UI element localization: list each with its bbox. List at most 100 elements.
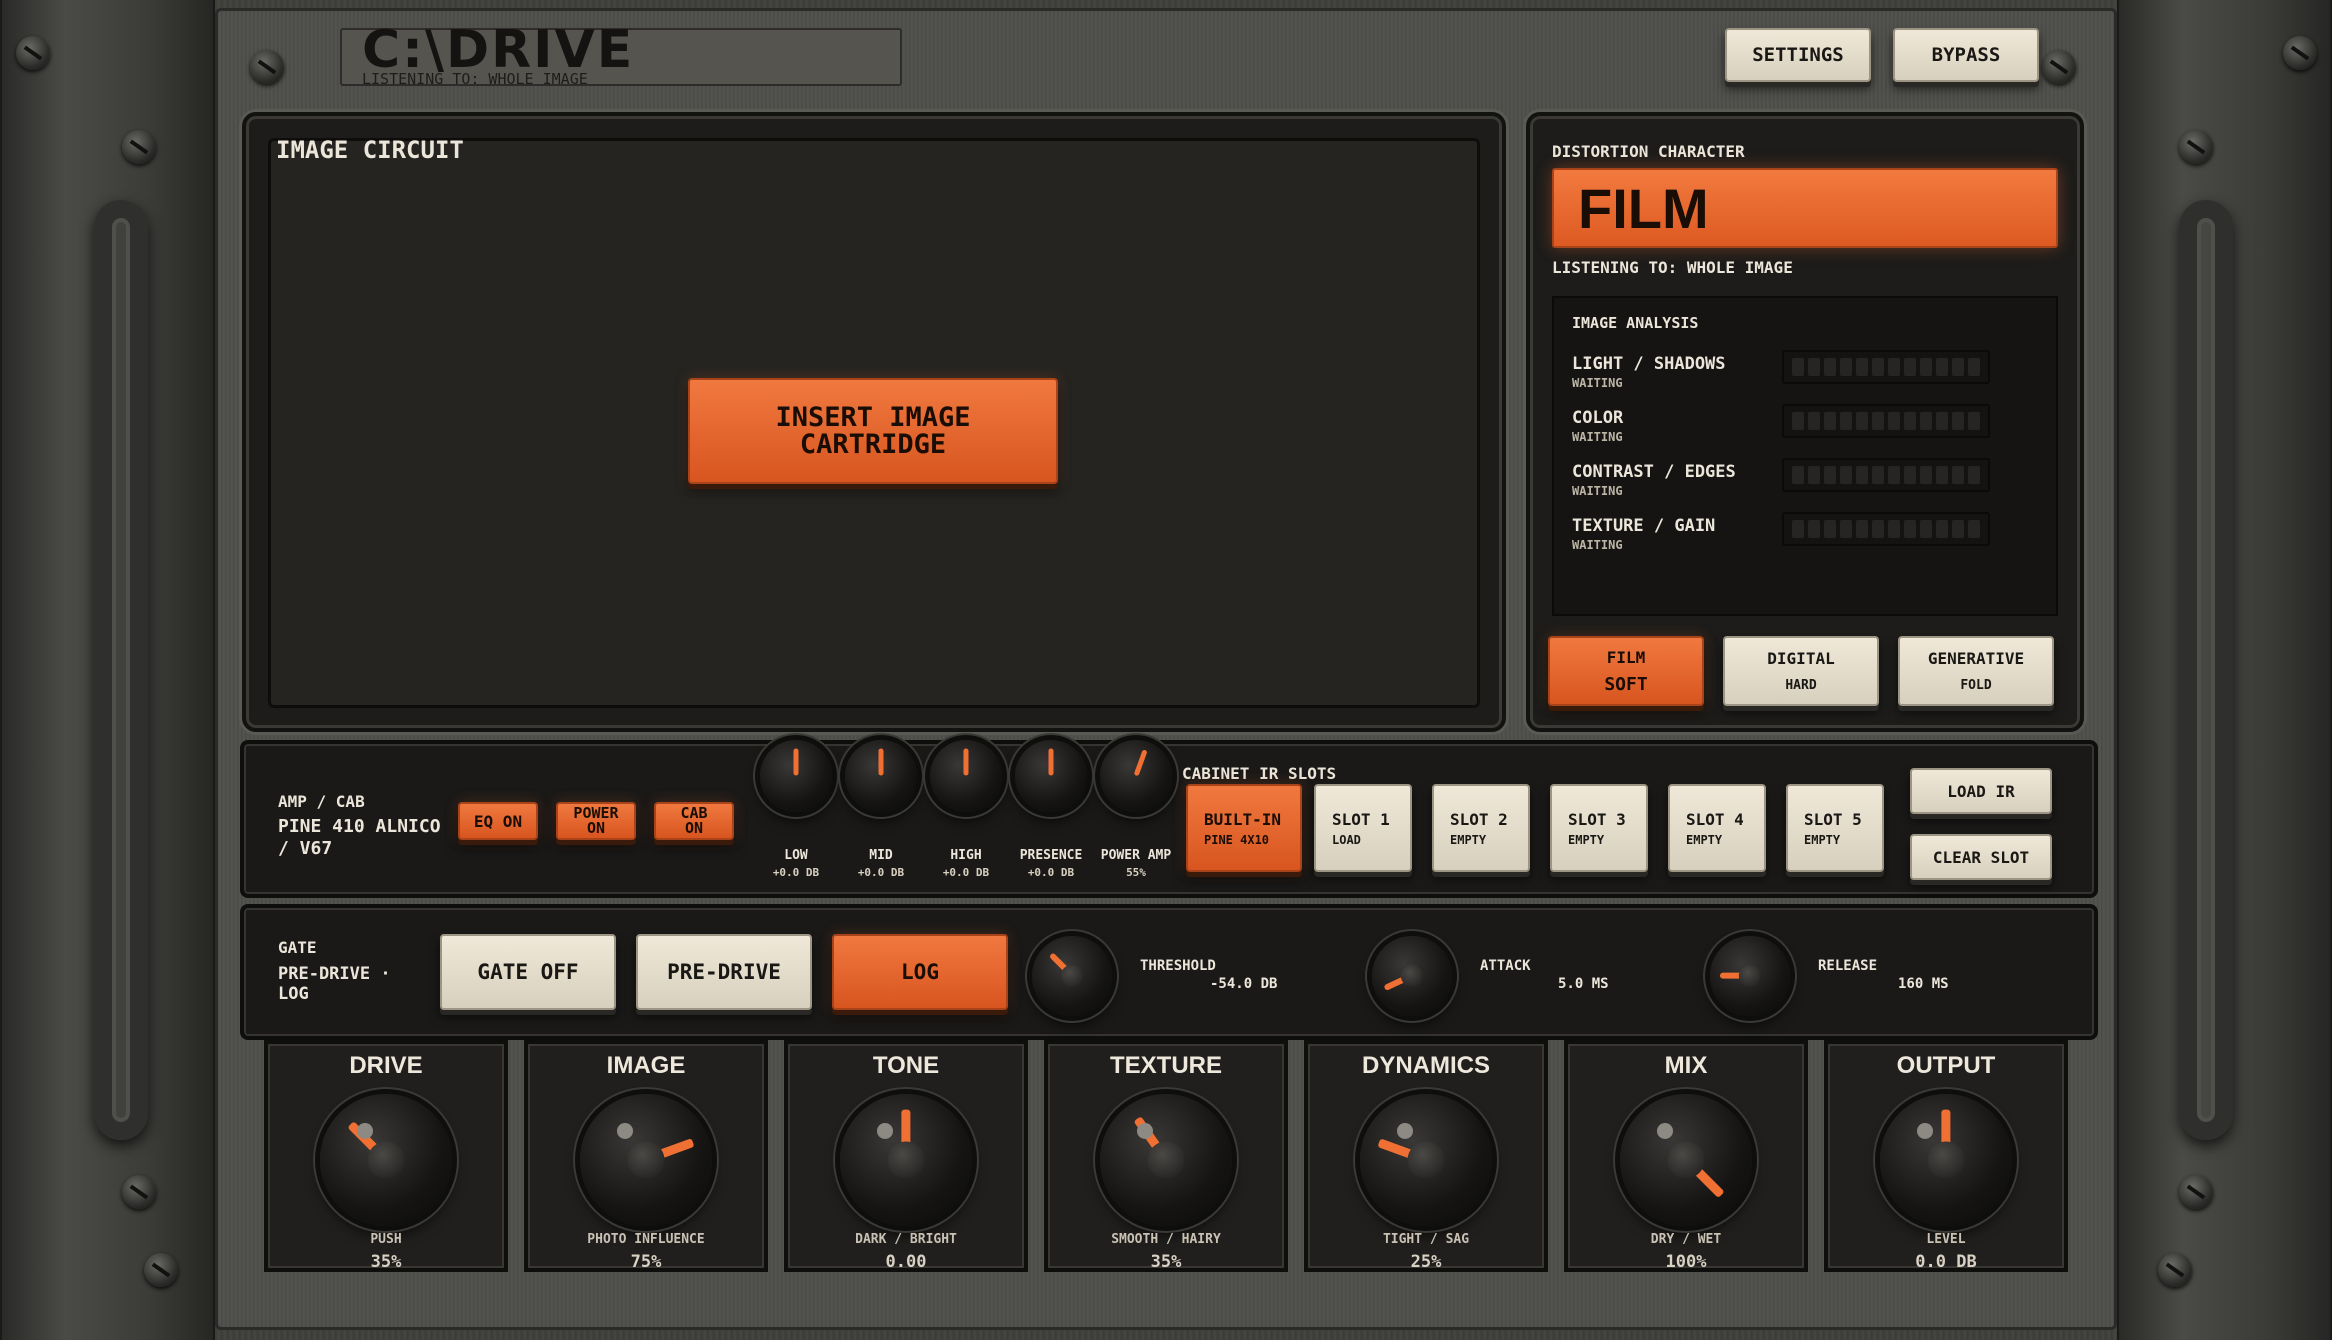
knob-dot (356, 1123, 373, 1139)
meter-segment (1920, 520, 1932, 538)
main-knob-sub: TIGHT / SAG (1382, 1232, 1470, 1247)
amp-knob-presence[interactable] (1015, 740, 1087, 812)
gate-off-button[interactable]: GATE OFF (440, 934, 616, 1010)
main-knob-mix-control[interactable] (1620, 1094, 1752, 1226)
insert-image-button[interactable]: INSERT IMAGE CARTRIDGE (688, 378, 1058, 484)
meter-segment (1888, 466, 1900, 484)
settings-button[interactable]: SETTINGS (1725, 28, 1871, 82)
amp-knob-high[interactable] (930, 740, 1002, 812)
knob-cap (627, 1141, 665, 1179)
main-knob-value: 25% (1410, 1252, 1442, 1272)
cabinet-slot-5[interactable]: SLOT 5 EMPTY (1786, 784, 1884, 872)
slot-name: SLOT 2 (1450, 809, 1508, 829)
distortion-title: DISTORTION CHARACTER (1552, 142, 1745, 161)
amp-knob-power-amp[interactable] (1100, 740, 1172, 812)
main-knob-tone-control[interactable] (840, 1094, 972, 1226)
rack-handle-left[interactable] (94, 200, 148, 1140)
screw-icon (16, 36, 50, 70)
cab-on-button[interactable]: CAB ON (654, 802, 734, 840)
eq-on-button[interactable]: EQ ON (458, 802, 538, 840)
slot-sub: PINE 4X10 (1204, 832, 1270, 847)
main-knob-sub: PUSH (370, 1232, 402, 1247)
cabinet-slot-2[interactable]: SLOT 2 EMPTY (1432, 784, 1530, 872)
knob-dot (876, 1123, 893, 1139)
gate-threshold-label: THRESHOLD (1140, 958, 1216, 974)
main-knob-drive-control[interactable] (320, 1094, 452, 1226)
mode-digital-button[interactable]: DIGITAL HARD (1723, 636, 1879, 706)
load-ir-button[interactable]: LOAD IR (1910, 768, 2052, 814)
slot-name: SLOT 1 (1332, 809, 1390, 829)
cabinet-slot-3[interactable]: SLOT 3 EMPTY (1550, 784, 1648, 872)
amp-title: AMP / CAB (278, 792, 365, 811)
clear-slot-button[interactable]: CLEAR SLOT (1910, 834, 2052, 880)
rack-handle-right[interactable] (2179, 200, 2233, 1140)
right-rack-ear (2117, 0, 2332, 1340)
analysis-row-status: WAITING (1572, 484, 1623, 498)
slot-sub: EMPTY (1804, 832, 1841, 847)
meter-segment (1824, 466, 1836, 484)
main-knob-output-control[interactable] (1880, 1094, 2012, 1226)
main-knob-value: 100% (1665, 1252, 1707, 1272)
main-knob-texture: TEXTURE SMOOTH / HAIRY 35% (1044, 1040, 1288, 1272)
meter-segment (1920, 466, 1932, 484)
analysis-row-status: WAITING (1572, 430, 1623, 444)
bypass-button[interactable]: BYPASS (1893, 28, 2039, 82)
mode-generative-button[interactable]: GENERATIVE FOLD (1898, 636, 2054, 706)
main-knob-output: OUTPUT LEVEL 0.0 DB (1824, 1040, 2068, 1272)
main-knob-texture-control[interactable] (1100, 1094, 1232, 1226)
slot-sub: LOAD (1332, 832, 1361, 847)
gate-knob-attack[interactable] (1372, 936, 1452, 1016)
rack-unit: C:\DRIVE LISTENING TO: WHOLE IMAGE SETTI… (0, 0, 2332, 1340)
meter-segment (1840, 520, 1852, 538)
knob-cap (1147, 1141, 1185, 1179)
gate-knob-release[interactable] (1710, 936, 1790, 1016)
knob-indicator (878, 748, 884, 776)
meter-segment (1968, 466, 1980, 484)
meter-segment (1872, 358, 1884, 376)
gate-mode-line2: LOG (278, 984, 309, 1004)
distortion-panel: DISTORTION CHARACTER FILM LISTENING TO: … (1526, 112, 2084, 732)
meter-segment (1952, 466, 1964, 484)
power-on-button[interactable]: POWER ON (556, 802, 636, 840)
mode-sub: SOFT (1604, 673, 1648, 695)
screw-icon (144, 1253, 178, 1287)
main-knob-dynamics-control[interactable] (1360, 1094, 1492, 1226)
cabinet-slot-4[interactable]: SLOT 4 EMPTY (1668, 784, 1766, 872)
main-knob-title: DYNAMICS (1361, 1052, 1490, 1079)
meter-segment (1792, 358, 1804, 376)
mode-film-button[interactable]: FILM SOFT (1548, 636, 1704, 706)
meter-segment (1952, 520, 1964, 538)
meter-segment (1872, 466, 1884, 484)
meter-segment (1872, 412, 1884, 430)
left-rack-ear (0, 0, 215, 1340)
screw-icon (2158, 1253, 2192, 1287)
analysis-meter (1782, 512, 1990, 546)
meter-segment (1952, 412, 1964, 430)
amp-knob-value: 55% (1126, 866, 1146, 879)
pre-drive-button[interactable]: PRE-DRIVE (636, 934, 812, 1010)
main-knob-sub: PHOTO INFLUENCE (587, 1232, 705, 1247)
analysis-meter (1782, 458, 1990, 492)
main-knob-image-control[interactable] (580, 1094, 712, 1226)
cabinet-slot-0[interactable]: BUILT-IN PINE 4X10 (1186, 784, 1302, 872)
main-knob-value: 0.0 DB (1915, 1252, 1977, 1272)
knob-cap (367, 1141, 405, 1179)
meter-segment (1856, 466, 1868, 484)
main-knob-value: 35% (1150, 1252, 1182, 1272)
log-button[interactable]: LOG (832, 934, 1008, 1010)
gate-knob-threshold[interactable] (1032, 936, 1112, 1016)
screw-icon (2283, 36, 2317, 70)
amp-knob-mid[interactable] (845, 740, 917, 812)
meter-segment (1968, 358, 1980, 376)
screw-icon (2179, 130, 2213, 164)
analysis-row-name: CONTRAST / EDGES (1572, 462, 1736, 482)
cabinet-slot-1[interactable]: SLOT 1 LOAD (1314, 784, 1412, 872)
main-knob-title: IMAGE (606, 1052, 686, 1079)
logo-plate: C:\DRIVE LISTENING TO: WHOLE IMAGE (340, 20, 902, 88)
image-analysis-box: IMAGE ANALYSIS LIGHT / SHADOWS WAITING COL… (1552, 296, 2058, 616)
main-knob-title: DRIVE (349, 1052, 423, 1079)
meter-segment (1968, 412, 1980, 430)
amp-knob-low[interactable] (760, 740, 832, 812)
main-knob-title: MIX (1664, 1052, 1708, 1079)
main-knob-row: DRIVE PUSH 35% IMAGE PHOTO INFLUENCE 75% TONE D… (240, 1040, 2098, 1290)
